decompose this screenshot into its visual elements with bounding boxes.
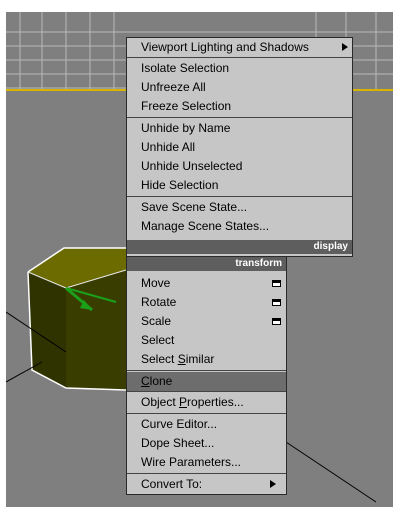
menu-item-clone[interactable]: Clone xyxy=(127,372,286,391)
menu-separator xyxy=(127,196,352,197)
menu-item-label: Move xyxy=(141,276,171,290)
menu-item-scale[interactable]: Scale xyxy=(127,312,286,331)
menu-item-rotate[interactable]: Rotate xyxy=(127,293,286,312)
menu-item-label: Wire Parameters... xyxy=(141,455,242,469)
menu-item-label: Select Similar xyxy=(141,352,215,366)
menu-item-curve-editor[interactable]: Curve Editor... xyxy=(127,415,286,434)
menu-item-viewport-lighting[interactable]: Viewport Lighting and Shadows xyxy=(127,38,352,57)
menu-item-unfreeze-all[interactable]: Unfreeze All xyxy=(127,78,352,97)
menu-item-unhide-all[interactable]: Unhide All xyxy=(127,138,352,157)
menu-item-label: Convert To: xyxy=(141,477,203,491)
settings-box-icon[interactable] xyxy=(272,318,281,325)
menu-separator xyxy=(127,370,286,371)
menu-separator xyxy=(127,117,352,118)
display-quadrant: Viewport Lighting and Shadows Isolate Se… xyxy=(126,37,353,257)
menu-separator xyxy=(127,57,352,58)
menu-item-label: Hide Selection xyxy=(141,178,219,192)
menu-item-label: Unfreeze All xyxy=(141,80,206,94)
display-quadrant-header: display xyxy=(127,240,352,254)
transform-quadrant: transform Move Rotate Scale Select Selec… xyxy=(126,256,287,495)
menu-item-dope-sheet[interactable]: Dope Sheet... xyxy=(127,434,286,453)
menu-item-label: Manage Scene States... xyxy=(141,219,270,233)
menu-item-hide-selection[interactable]: Hide Selection xyxy=(127,176,352,195)
menu-item-convert-to[interactable]: Convert To: xyxy=(127,475,286,494)
menu-separator xyxy=(127,473,286,474)
selected-box-object[interactable] xyxy=(27,247,127,391)
menu-item-object-properties[interactable]: Object Properties... xyxy=(127,393,286,412)
menu-item-label: Freeze Selection xyxy=(141,99,232,113)
grid-line-right xyxy=(285,441,377,503)
settings-box-icon[interactable] xyxy=(272,280,281,287)
menu-separator xyxy=(127,413,286,414)
settings-box-icon[interactable] xyxy=(272,299,281,306)
menu-item-label: Curve Editor... xyxy=(141,417,218,431)
submenu-arrow-icon xyxy=(270,480,276,488)
menu-item-label: Unhide Unselected xyxy=(141,159,243,173)
menu-item-unhide-by-name[interactable]: Unhide by Name xyxy=(127,119,352,138)
menu-item-hide-unselected[interactable]: Unhide Unselected xyxy=(127,157,352,176)
menu-item-label: Save Scene State... xyxy=(141,200,248,214)
submenu-arrow-icon xyxy=(342,43,348,51)
menu-item-label: Scale xyxy=(141,314,172,328)
menu-item-label: Rotate xyxy=(141,295,177,309)
menu-item-save-scene-state[interactable]: Save Scene State... xyxy=(127,198,352,217)
menu-item-label: Unhide All xyxy=(141,140,196,154)
menu-item-freeze-selection[interactable]: Freeze Selection xyxy=(127,97,352,116)
menu-item-select[interactable]: Select xyxy=(127,331,286,350)
menu-item-isolate-selection[interactable]: Isolate Selection xyxy=(127,59,352,78)
menu-item-label: Viewport Lighting and Shadows xyxy=(141,40,309,54)
menu-item-label: Unhide by Name xyxy=(141,121,231,135)
menu-item-wire-parameters[interactable]: Wire Parameters... xyxy=(127,453,286,472)
menu-item-move[interactable]: Move xyxy=(127,274,286,293)
menu-separator xyxy=(127,391,286,392)
menu-item-label: Dope Sheet... xyxy=(141,436,215,450)
menu-item-label: Isolate Selection xyxy=(141,61,230,75)
transform-quadrant-header: transform xyxy=(127,257,286,271)
menu-item-label: Object Properties... xyxy=(141,395,244,409)
menu-item-label: Clone xyxy=(141,374,173,388)
menu-item-label: Select xyxy=(141,333,175,347)
menu-item-select-similar[interactable]: Select Similar xyxy=(127,350,286,369)
menu-item-manage-scene-states[interactable]: Manage Scene States... xyxy=(127,217,352,236)
